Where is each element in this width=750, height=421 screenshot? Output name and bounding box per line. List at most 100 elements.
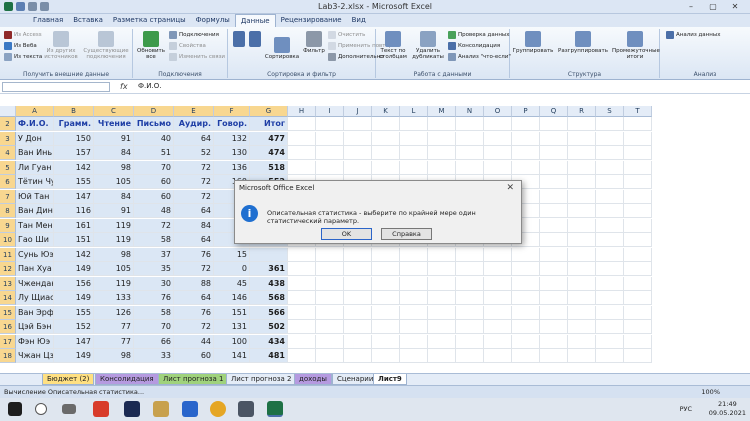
- grid-cell[interactable]: [624, 277, 652, 291]
- grid-cell[interactable]: 152: [54, 320, 94, 334]
- grid-cell[interactable]: 568: [250, 291, 288, 305]
- grid-cell[interactable]: 91: [94, 204, 134, 218]
- grid-cell[interactable]: Говор.: [214, 117, 250, 131]
- grid-cell[interactable]: [456, 291, 484, 305]
- grid-cell[interactable]: 105: [94, 175, 134, 189]
- grid-cell[interactable]: [596, 335, 624, 349]
- grid-cell[interactable]: [596, 306, 624, 320]
- grid-cell[interactable]: [624, 146, 652, 160]
- tab-review[interactable]: Рецензирование: [276, 14, 347, 27]
- grid-cell[interactable]: 84: [94, 190, 134, 204]
- consolidate-button[interactable]: Консолидация: [448, 42, 500, 50]
- column-header-H[interactable]: H: [288, 106, 316, 117]
- row-header[interactable]: 8: [0, 204, 16, 218]
- column-header-T[interactable]: T: [624, 106, 652, 117]
- grid-cell[interactable]: 76: [134, 291, 174, 305]
- grid-cell[interactable]: [512, 161, 540, 175]
- sheet-tab-income[interactable]: доходы: [294, 374, 332, 385]
- grid-cell[interactable]: [596, 190, 624, 204]
- grid-cell[interactable]: [428, 277, 456, 291]
- grid-cell[interactable]: [484, 320, 512, 334]
- grid-cell[interactable]: [372, 335, 400, 349]
- grid-cell[interactable]: [372, 132, 400, 146]
- grid-cell[interactable]: 119: [94, 233, 134, 247]
- grid-cell[interactable]: [372, 262, 400, 276]
- data-validation-button[interactable]: Проверка данных: [448, 31, 510, 39]
- close-icon[interactable]: ✕: [724, 0, 746, 13]
- grid-cell[interactable]: [568, 306, 596, 320]
- grid-cell[interactable]: [484, 132, 512, 146]
- grid-cell[interactable]: [428, 320, 456, 334]
- column-header-P[interactable]: P: [512, 106, 540, 117]
- grid-cell[interactable]: [372, 306, 400, 320]
- grid-cell[interactable]: [624, 161, 652, 175]
- grid-cell[interactable]: [484, 349, 512, 363]
- grid-cell[interactable]: [624, 117, 652, 131]
- group-button[interactable]: Группировать: [512, 31, 554, 54]
- grid-cell[interactable]: [344, 117, 372, 131]
- grid-cell[interactable]: 98: [94, 248, 134, 262]
- grid-cell[interactable]: [372, 146, 400, 160]
- grid-cell[interactable]: [316, 335, 344, 349]
- grid-cell[interactable]: Цэй Бэн: [16, 320, 54, 334]
- grid-cell[interactable]: Чжендан: [16, 277, 54, 291]
- from-access-button[interactable]: Из Access: [4, 31, 42, 39]
- grid-cell[interactable]: 157: [54, 146, 94, 160]
- grid-cell[interactable]: [568, 117, 596, 131]
- grid-cell[interactable]: [596, 291, 624, 305]
- grid-cell[interactable]: [512, 262, 540, 276]
- column-header-Q[interactable]: Q: [540, 106, 568, 117]
- grid-cell[interactable]: [428, 132, 456, 146]
- grid-cell[interactable]: 126: [94, 306, 134, 320]
- checkmark-app-icon[interactable]: [93, 401, 109, 417]
- column-header-D[interactable]: D: [134, 106, 174, 117]
- grid-cell[interactable]: 477: [250, 132, 288, 146]
- grid-cell[interactable]: Тётин Чу: [16, 175, 54, 189]
- grid-cell[interactable]: [568, 277, 596, 291]
- row-header[interactable]: 9: [0, 219, 16, 233]
- minimize-icon[interactable]: –: [680, 0, 702, 13]
- grid-cell[interactable]: Итог: [250, 117, 288, 131]
- grid-cell[interactable]: 130: [214, 146, 250, 160]
- name-box[interactable]: [2, 82, 110, 92]
- grid-cell[interactable]: [596, 320, 624, 334]
- grid-cell[interactable]: 151: [54, 233, 94, 247]
- column-header-R[interactable]: R: [568, 106, 596, 117]
- row-header[interactable]: 12: [0, 262, 16, 276]
- grid-cell[interactable]: Тан Мен: [16, 219, 54, 233]
- grid-cell[interactable]: 76: [174, 248, 214, 262]
- grid-cell[interactable]: [456, 306, 484, 320]
- zoom-level[interactable]: 100%: [701, 388, 720, 396]
- grid-cell[interactable]: [288, 320, 316, 334]
- help-button[interactable]: Справка: [381, 228, 432, 240]
- grid-cell[interactable]: [372, 117, 400, 131]
- grid-cell[interactable]: 474: [250, 146, 288, 160]
- subtotal-button[interactable]: Промежуточные итоги: [612, 31, 660, 60]
- grid-cell[interactable]: 72: [174, 161, 214, 175]
- grid-cell[interactable]: Пан Хуа: [16, 262, 54, 276]
- grid-cell[interactable]: [428, 349, 456, 363]
- grid-cell[interactable]: Чтение: [94, 117, 134, 131]
- row-header[interactable]: 14: [0, 291, 16, 305]
- grid-cell[interactable]: 66: [134, 335, 174, 349]
- grid-cell[interactable]: [456, 335, 484, 349]
- grid-cell[interactable]: 361: [250, 262, 288, 276]
- grid-cell[interactable]: [540, 349, 568, 363]
- language-indicator[interactable]: РУС: [680, 405, 692, 414]
- grid-cell[interactable]: [624, 175, 652, 189]
- row-header[interactable]: 17: [0, 335, 16, 349]
- existing-connections-button[interactable]: Существующие подключения: [82, 31, 130, 60]
- grid-cell[interactable]: [624, 306, 652, 320]
- grid-cell[interactable]: [456, 277, 484, 291]
- grid-cell[interactable]: [288, 277, 316, 291]
- grid-cell[interactable]: [540, 306, 568, 320]
- grid-cell[interactable]: [400, 291, 428, 305]
- grid-cell[interactable]: [624, 190, 652, 204]
- select-all-corner[interactable]: [0, 106, 16, 117]
- what-if-button[interactable]: Анализ "что-если": [448, 53, 511, 61]
- grid-cell[interactable]: [568, 219, 596, 233]
- grid-cell[interactable]: [344, 306, 372, 320]
- maximize-icon[interactable]: ▢: [702, 0, 724, 13]
- grid-cell[interactable]: [316, 146, 344, 160]
- grid-cell[interactable]: [456, 117, 484, 131]
